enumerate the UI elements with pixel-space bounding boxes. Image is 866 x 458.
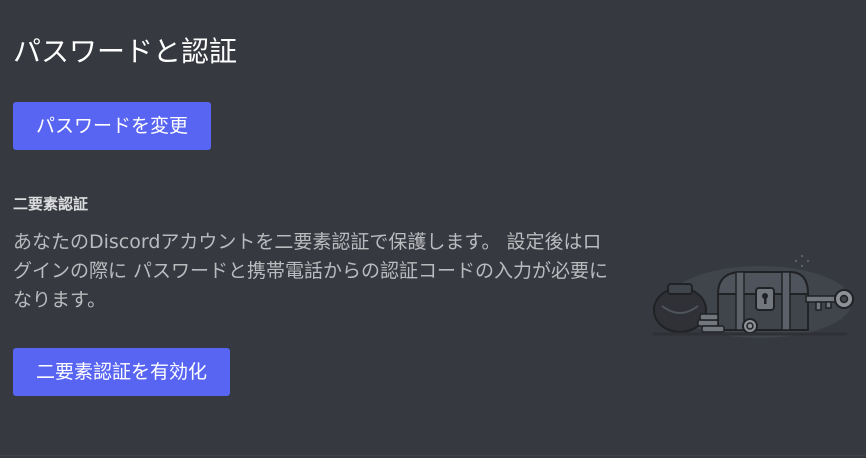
page-title: パスワードと認証 <box>13 35 238 68</box>
chest-icon <box>716 271 810 331</box>
change-password-button[interactable]: パスワードを変更 <box>13 102 212 150</box>
enable-two-factor-button[interactable]: 二要素認証を有効化 <box>13 348 231 396</box>
divider <box>0 455 866 456</box>
settings-page: パスワードと認証 パスワードを変更 二要素認証 あなたのDiscordアカウント… <box>0 0 866 458</box>
sparkle-dots <box>794 254 810 268</box>
treasure-chest-key-icon <box>652 254 854 338</box>
two-factor-description: あなたのDiscordアカウントを二要素認証で保護します。 設定後はログインの際… <box>13 231 609 311</box>
two-factor-section-label: 二要素認証 <box>13 195 89 213</box>
